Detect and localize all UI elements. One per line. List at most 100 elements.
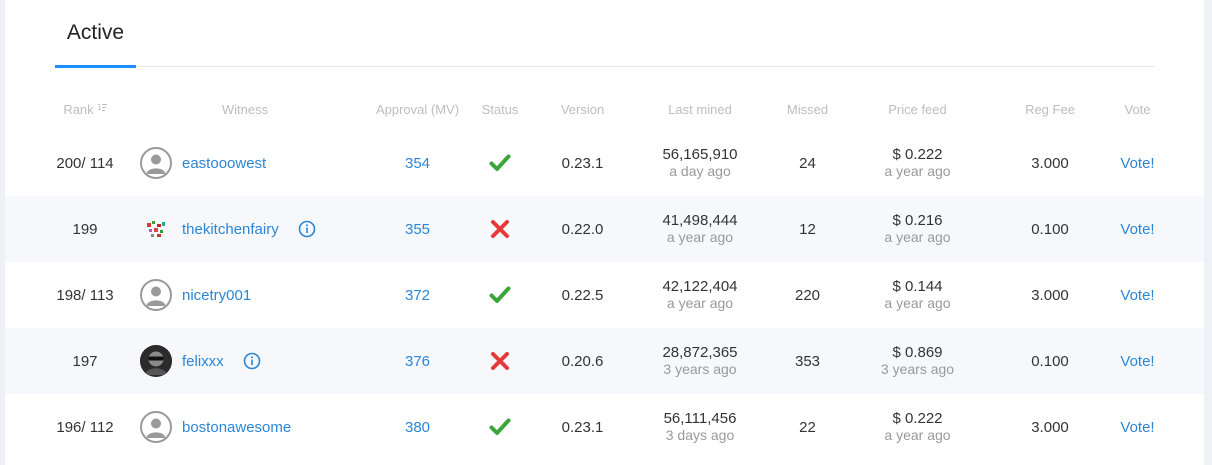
approval-link[interactable]: 354 [355, 130, 480, 196]
table-row: 198/ 113 nicetry001 372 0.22.5 42,122,40… [5, 262, 1204, 328]
approval-link[interactable]: 376 [355, 328, 480, 394]
last-mined-cell: 28,872,365 3 years ago [625, 328, 775, 394]
version-cell: 0.22.5 [561, 286, 604, 304]
info-icon[interactable] [279, 220, 316, 238]
witness-name-link[interactable]: eastooowest [182, 155, 266, 172]
check-icon [489, 416, 511, 438]
last-mined-cell: 56,165,910 a day ago [625, 130, 775, 196]
approval-link[interactable]: 355 [355, 196, 480, 262]
witness-table: Rank 1 Witness Approval (MV) Status Vers… [5, 88, 1204, 460]
header-approval: Approval (MV) [375, 101, 460, 117]
last-mined-block: 56,111,456 [663, 410, 737, 427]
header-missed: Missed [786, 101, 829, 117]
witness-cell: thekitchenfairy [135, 196, 355, 262]
witness-name-link[interactable]: nicetry001 [182, 287, 251, 304]
missed-cell: 24 [799, 154, 816, 172]
header-witness: Witness [221, 101, 269, 117]
missed-cell: 220 [794, 286, 821, 304]
sunglasses-avatar-icon[interactable] [140, 345, 172, 377]
price-ago: a year ago [884, 295, 951, 311]
header-price-feed: Price feed [888, 101, 947, 117]
last-mined-ago: 3 years ago [663, 361, 737, 377]
reg-fee-cell: 3.000 [1031, 418, 1069, 436]
reg-fee-cell: 0.100 [1031, 220, 1069, 238]
price-feed-cell: $ 0.216 a year ago [855, 196, 980, 262]
cross-icon [489, 350, 511, 372]
last-mined-block: 28,872,365 [662, 344, 738, 361]
witness-cell: bostonawesome [135, 394, 355, 460]
reg-fee-cell: 3.000 [1031, 286, 1069, 304]
vote-link[interactable]: Vote! [1105, 328, 1170, 394]
price-value: $ 0.869 [892, 344, 943, 361]
witness-name-link[interactable]: bostonawesome [182, 419, 291, 436]
status-cell [470, 196, 530, 262]
reg-fee-cell: 3.000 [1031, 154, 1069, 172]
last-mined-cell: 56,111,456 3 days ago [625, 394, 775, 460]
witness-panel: Active Rank 1 Witness Approval (MV) Stat… [5, 0, 1204, 465]
cross-icon [489, 218, 511, 240]
price-value: $ 0.144 [892, 278, 943, 295]
last-mined-block: 42,122,404 [662, 278, 738, 295]
info-icon[interactable] [224, 352, 261, 370]
version-cell: 0.22.0 [561, 220, 604, 238]
witness-name-link[interactable]: felixxx [182, 353, 224, 370]
price-feed-cell: $ 0.222 a year ago [855, 130, 980, 196]
table-row: 199 thekitchenfairy 355 0.22.0 41,498,44… [5, 196, 1204, 262]
last-mined-ago: a day ago [669, 163, 731, 179]
approval-link[interactable]: 372 [355, 262, 480, 328]
table-row: 196/ 112 bostonawesome 380 0.23.1 56,111… [5, 394, 1204, 460]
missed-cell: 22 [799, 418, 816, 436]
status-cell [470, 262, 530, 328]
header-last-mined: Last mined [668, 101, 732, 117]
vote-link[interactable]: Vote! [1105, 262, 1170, 328]
last-mined-ago: a year ago [666, 229, 734, 245]
price-value: $ 0.222 [892, 410, 943, 427]
last-mined-ago: a year ago [666, 295, 734, 311]
last-mined-block: 56,165,910 [662, 146, 738, 163]
tab-bar: Active [55, 0, 1155, 68]
rank-cell: 200/ 114 [56, 154, 114, 172]
rank-cell: 196/ 112 [56, 418, 114, 436]
table-row: 200/ 114 eastooowest 354 0.23.1 56,165,9… [5, 130, 1204, 196]
default-user-icon[interactable] [140, 279, 172, 311]
kitchen-avatar-icon[interactable] [140, 213, 172, 245]
check-icon [489, 284, 511, 306]
header-status: Status [481, 101, 519, 117]
header-version: Version [560, 101, 605, 117]
last-mined-block: 41,498,444 [662, 212, 738, 229]
price-feed-cell: $ 0.869 3 years ago [855, 328, 980, 394]
default-user-icon[interactable] [140, 411, 172, 443]
header-vote: Vote [1124, 101, 1151, 117]
header-rank[interactable]: Rank 1 [30, 88, 140, 130]
price-value: $ 0.216 [892, 212, 943, 229]
approval-link[interactable]: 380 [355, 394, 480, 460]
price-ago: a year ago [884, 229, 951, 245]
vote-link[interactable]: Vote! [1105, 130, 1170, 196]
version-cell: 0.23.1 [561, 154, 604, 172]
check-icon [489, 152, 511, 174]
witness-name-link[interactable]: thekitchenfairy [182, 221, 279, 238]
vote-link[interactable]: Vote! [1105, 196, 1170, 262]
reg-fee-cell: 0.100 [1031, 352, 1069, 370]
price-feed-cell: $ 0.222 a year ago [855, 394, 980, 460]
tab-active[interactable]: Active [55, 0, 136, 68]
svg-text:1: 1 [97, 103, 102, 112]
status-cell [470, 394, 530, 460]
default-user-icon[interactable] [140, 147, 172, 179]
price-value: $ 0.222 [892, 146, 943, 163]
last-mined-cell: 41,498,444 a year ago [625, 196, 775, 262]
price-ago: 3 years ago [880, 361, 955, 377]
vote-link[interactable]: Vote! [1105, 394, 1170, 460]
sort-ascending-icon[interactable]: 1 [97, 102, 107, 116]
table-body: 200/ 114 eastooowest 354 0.23.1 56,165,9… [5, 130, 1204, 460]
missed-cell: 12 [799, 220, 816, 238]
last-mined-ago: 3 days ago [665, 427, 735, 443]
table-header: Rank 1 Witness Approval (MV) Status Vers… [5, 88, 1204, 130]
witness-cell: nicetry001 [135, 262, 355, 328]
rank-cell: 198/ 113 [56, 286, 114, 304]
status-cell [470, 328, 530, 394]
witness-cell: eastooowest [135, 130, 355, 196]
rank-cell: 199 [72, 220, 98, 238]
missed-cell: 353 [794, 352, 821, 370]
table-row: 197 felixxx 376 0.20.6 28,872,365 3 year… [5, 328, 1204, 394]
